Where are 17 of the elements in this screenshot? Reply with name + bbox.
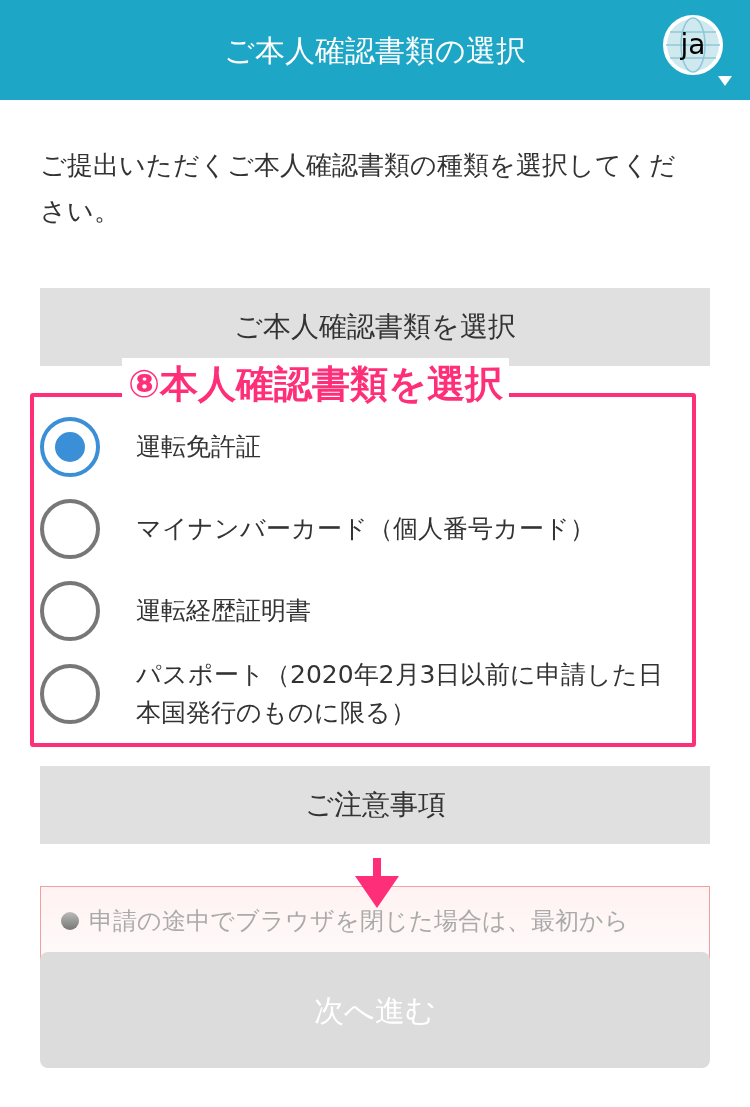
page-title: ご本人確認書類の選択 <box>224 31 526 70</box>
document-option[interactable]: 運転経歴証明書 <box>40 570 710 652</box>
annotation-arrow <box>352 858 402 908</box>
radio-button[interactable] <box>40 499 100 559</box>
document-option[interactable]: マイナンバーカード（個人番号カード） <box>40 488 710 570</box>
radio-button[interactable] <box>40 581 100 641</box>
section-header: ご注意事項 <box>40 766 710 844</box>
dropdown-caret-icon <box>718 76 732 86</box>
section-header: ご本人確認書類を選択 <box>40 288 710 366</box>
intro-text: ご提出いただくご本人確認書類の種類を選択してください。 <box>39 149 677 228</box>
language-selector[interactable]: ja <box>662 14 732 86</box>
bullet-icon <box>61 912 79 930</box>
radio-button[interactable] <box>40 417 100 477</box>
document-option[interactable]: パスポート（2020年2月3日以前に申請した日本国発行のものに限る） <box>40 652 710 736</box>
radio-button[interactable] <box>40 664 100 724</box>
globe-icon <box>662 14 724 76</box>
notice-text: 申請の途中でブラウザを閉じた場合は、最初から <box>89 906 629 937</box>
